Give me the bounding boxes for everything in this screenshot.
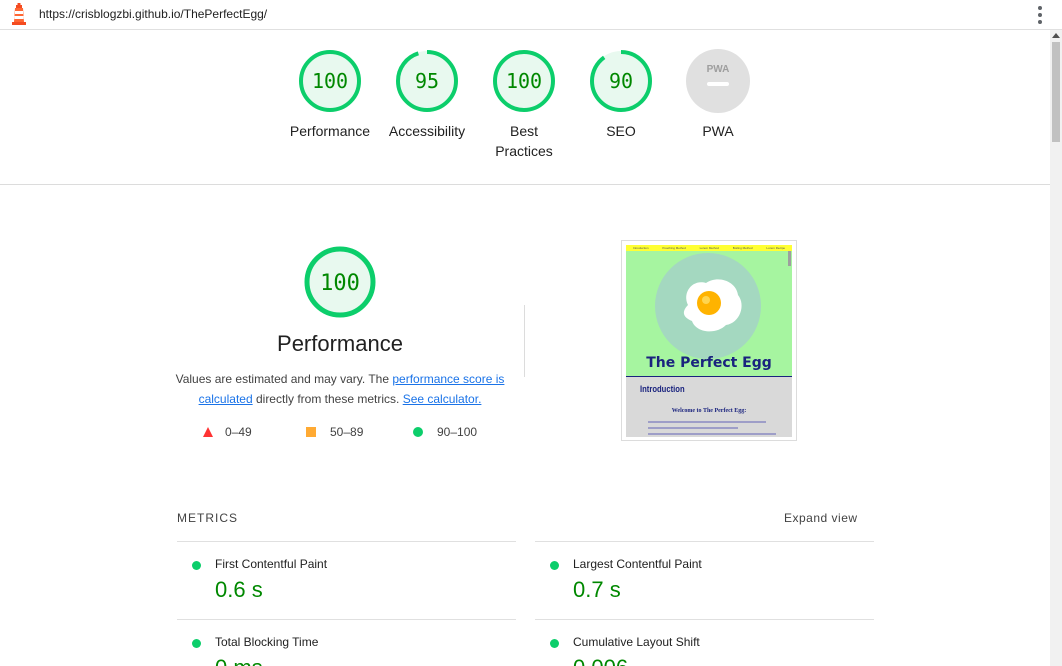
intro-heading: Introduction	[640, 384, 685, 394]
nav-item: Lorem Recipe	[766, 246, 786, 250]
legend-range: 50–89	[330, 425, 364, 439]
performance-description: Values are estimated and may vary. The p…	[175, 369, 505, 409]
section-divider	[524, 305, 525, 377]
gauge-score: 90	[609, 69, 633, 93]
gauge-accessibility[interactable]: 95 Accessibility	[377, 48, 477, 141]
performance-score: 100	[320, 271, 360, 296]
text-line	[648, 433, 776, 435]
desc-text: directly from these metrics.	[252, 392, 403, 406]
intro-rule	[626, 376, 792, 377]
gauge-label: PWA	[702, 123, 734, 139]
gauge-ring: 100	[299, 50, 361, 112]
metric-value: 0.6 s	[215, 577, 263, 602]
pass-circle-icon	[192, 561, 201, 570]
gauge-score: 100	[506, 69, 542, 93]
page-url: https://crisblogzbi.github.io/ThePerfect…	[39, 7, 268, 21]
gauge-label: Accessibility	[388, 123, 466, 139]
legend-fail: 0–49	[203, 425, 252, 439]
gauge-ring: 100	[493, 50, 555, 112]
desc-text: Values are estimated and may vary. The	[175, 372, 393, 386]
nav-item: Introduction	[632, 246, 649, 250]
metric-name: First Contentful Paint	[215, 557, 328, 571]
score-legend: 0–49 50–89 90–100	[203, 425, 503, 441]
gauge-label: Best Practices	[495, 123, 553, 159]
pwa-badge-text: PWA	[707, 64, 730, 75]
pass-circle-icon	[192, 639, 201, 648]
fried-egg-icon	[683, 279, 742, 332]
gauge-ring: 95	[396, 50, 458, 112]
pass-circle-icon	[413, 427, 423, 437]
thumb-scrollbar	[788, 251, 791, 266]
legend-pass: 90–100	[413, 425, 477, 439]
nav-item: Lorem Method	[699, 246, 719, 250]
legend-range: 0–49	[225, 425, 252, 439]
pass-circle-icon	[550, 639, 559, 648]
gauge-best-practices[interactable]: 100 Best Practices	[474, 48, 574, 161]
site-nav: Introduction Poaching Method Lorem Metho…	[626, 245, 792, 251]
gauge-label: SEO	[606, 123, 636, 139]
nav-item: Boiling Method	[732, 246, 753, 250]
hero-area: The Perfect Egg	[626, 251, 792, 376]
pass-circle-icon	[550, 561, 559, 570]
welcome-heading: Welcome to The Perfect Egg:	[671, 408, 747, 414]
scores-summary: 100 Performance 95 Accessibility 100 Bes…	[0, 30, 1050, 185]
screenshot-content: The Perfect Egg Introduction Poaching Me…	[626, 245, 792, 437]
scroll-up-arrow-icon[interactable]	[1052, 33, 1060, 38]
expand-view-toggle[interactable]: Expand view	[784, 511, 858, 525]
metrics-heading: METRICS	[177, 511, 238, 525]
metric-first-contentful-paint: First Contentful Paint 0.6 s	[177, 541, 516, 619]
fail-triangle-icon	[203, 427, 213, 437]
scrollbar-thumb[interactable]	[1052, 42, 1060, 142]
metric-name: Largest Contentful Paint	[573, 557, 702, 571]
gauge-pwa[interactable]: PWA PWA	[668, 48, 768, 141]
performance-section: 100 Performance Values are estimated and…	[175, 245, 505, 409]
metric-name: Cumulative Layout Shift	[573, 635, 700, 649]
text-line	[648, 427, 738, 429]
metric-value: 0.7 s	[573, 577, 621, 602]
metric-total-blocking-time: Total Blocking Time 0 ms	[177, 619, 516, 666]
metric-value: 0.006	[573, 655, 628, 666]
gauge-performance[interactable]: 100 Performance	[280, 48, 380, 141]
metric-largest-contentful-paint: Largest Contentful Paint 0.7 s	[535, 541, 874, 619]
final-screenshot[interactable]: The Perfect Egg Introduction Poaching Me…	[621, 240, 797, 441]
metric-value: 0 ms	[215, 655, 263, 666]
vertical-scrollbar[interactable]	[1050, 30, 1062, 666]
text-line	[648, 421, 766, 423]
lighthouse-icon	[12, 3, 26, 25]
report-topbar: https://crisblogzbi.github.io/ThePerfect…	[0, 0, 1062, 30]
see-calculator-link[interactable]: See calculator.	[403, 392, 482, 406]
metric-cumulative-layout-shift: Cumulative Layout Shift 0.006	[535, 619, 874, 666]
average-square-icon	[306, 427, 316, 437]
legend-average: 50–89	[306, 425, 363, 439]
site-title: The Perfect Egg	[646, 355, 772, 371]
gauge-ring: 90	[590, 50, 652, 112]
nav-item: Poaching Method	[662, 246, 686, 250]
pwa-badge-icon: PWA	[686, 49, 750, 113]
metric-name: Total Blocking Time	[215, 635, 319, 649]
gauge-score: 100	[312, 69, 348, 93]
gauge-seo[interactable]: 90 SEO	[571, 48, 671, 141]
kebab-menu-icon[interactable]	[1028, 5, 1052, 25]
gauge-label: Performance	[289, 123, 371, 139]
legend-range: 90–100	[437, 425, 478, 439]
gauge-score: 95	[415, 69, 439, 93]
performance-title: Performance	[277, 331, 403, 356]
performance-gauge: 100	[304, 246, 376, 318]
